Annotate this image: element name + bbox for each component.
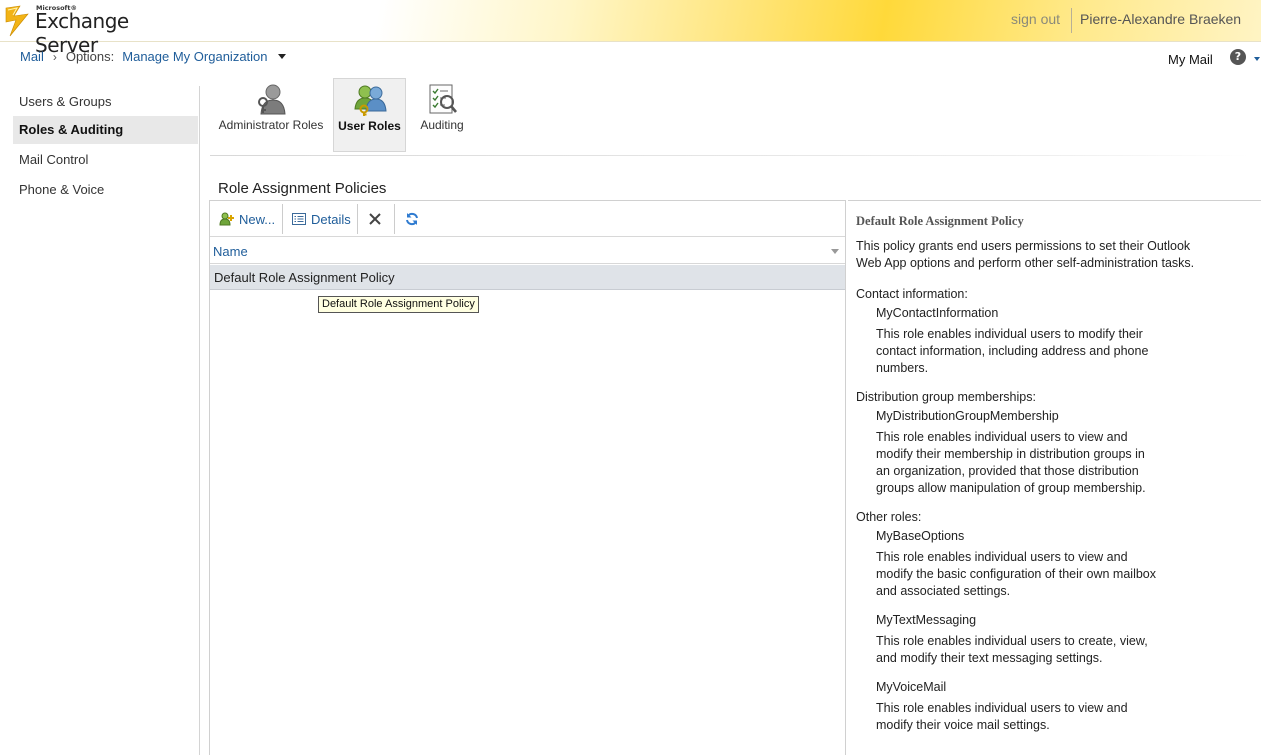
sidebar-item-users-groups[interactable]: Users & Groups bbox=[13, 88, 198, 116]
sidebar-item-roles-auditing[interactable]: Roles & Auditing bbox=[13, 116, 198, 144]
user-roles-icon bbox=[353, 85, 387, 116]
sign-out-link[interactable]: sign out bbox=[1011, 11, 1060, 27]
ribbon-divider bbox=[210, 155, 1250, 156]
sidebar: Users & Groups Roles & Auditing Mail Con… bbox=[0, 86, 200, 755]
user-name: Pierre-Alexandre Braeken bbox=[1080, 11, 1242, 27]
delete-button[interactable] bbox=[367, 209, 383, 229]
sort-arrow-icon[interactable] bbox=[831, 249, 839, 254]
tab-auditing[interactable]: Auditing bbox=[412, 78, 472, 152]
sidebar-item-phone-voice[interactable]: Phone & Voice bbox=[13, 176, 198, 204]
table-cell-name: Default Role Assignment Policy bbox=[214, 270, 395, 285]
column-header-name[interactable]: Name bbox=[210, 238, 845, 264]
section-heading-contact: Contact information: bbox=[856, 287, 968, 301]
new-icon bbox=[219, 212, 234, 226]
chevron-down-icon[interactable] bbox=[277, 54, 286, 59]
details-icon bbox=[292, 213, 306, 225]
auditing-icon bbox=[429, 84, 457, 114]
refresh-button[interactable] bbox=[404, 209, 420, 229]
delete-icon bbox=[369, 213, 381, 225]
detail-description: This policy grants end users permissions… bbox=[856, 239, 1191, 253]
toolbar-separator bbox=[394, 204, 395, 234]
breadcrumb: Mail › Options: Manage My Organization bbox=[20, 49, 286, 64]
header-divider bbox=[1071, 8, 1072, 33]
role-description: contact information, including address a… bbox=[876, 344, 1149, 358]
toolbar-separator bbox=[282, 204, 283, 234]
policy-list-panel: New... Details Name Default Role Assignm… bbox=[209, 200, 846, 755]
chevron-right-icon: › bbox=[52, 49, 57, 64]
top-banner: Microsoft® Exchange Server sign out Pier… bbox=[0, 0, 1261, 57]
list-toolbar: New... Details bbox=[210, 201, 845, 237]
role-description: This role enables individual users to vi… bbox=[876, 701, 1128, 715]
sidebar-item-mail-control[interactable]: Mail Control bbox=[13, 146, 198, 174]
breadcrumb-current-link[interactable]: Manage My Organization bbox=[122, 49, 267, 64]
table-row[interactable]: Default Role Assignment Policy bbox=[210, 265, 845, 290]
new-button[interactable]: New... bbox=[219, 209, 275, 229]
toolbar-separator bbox=[357, 204, 358, 234]
role-description: groups allow manipulation of group membe… bbox=[876, 481, 1146, 495]
my-mail-link[interactable]: My Mail bbox=[1168, 52, 1213, 67]
role-description: This role enables individual users to vi… bbox=[876, 430, 1128, 444]
exchange-logo-icon bbox=[5, 5, 29, 37]
section-heading-other: Other roles: bbox=[856, 510, 922, 524]
details-button[interactable]: Details bbox=[291, 209, 351, 229]
breadcrumb-mail-link[interactable]: Mail bbox=[20, 49, 44, 64]
new-button-label: New... bbox=[239, 211, 276, 227]
role-description: and modify their text messaging settings… bbox=[876, 651, 1103, 665]
role-name-text-messaging: MyTextMessaging bbox=[876, 613, 977, 627]
tab-user-roles-label: User Roles bbox=[338, 119, 401, 133]
role-description: an organization, provided that those dis… bbox=[876, 464, 1139, 478]
page-title: Role Assignment Policies bbox=[218, 180, 387, 197]
help-icon[interactable]: ? bbox=[1230, 49, 1246, 65]
detail-title: Default Role Assignment Policy bbox=[856, 214, 1024, 228]
detail-description: Web App options and perform other self-a… bbox=[856, 256, 1195, 270]
row-tooltip: Default Role Assignment Policy bbox=[318, 296, 479, 313]
details-button-label: Details bbox=[311, 211, 351, 227]
breadcrumb-options-label: Options: bbox=[65, 49, 115, 64]
role-name-distribution: MyDistributionGroupMembership bbox=[876, 409, 1059, 423]
role-description: modify their voice mail settings. bbox=[876, 718, 1050, 732]
exchange-logo: Microsoft® Exchange Server bbox=[4, 2, 194, 57]
detail-pane: Default Role Assignment Policy This poli… bbox=[848, 200, 1261, 755]
role-description: This role enables individual users to cr… bbox=[876, 634, 1148, 648]
role-description: numbers. bbox=[876, 361, 929, 375]
role-description: This role enables individual users to mo… bbox=[876, 327, 1143, 341]
role-description: and associated settings. bbox=[876, 584, 1011, 598]
refresh-icon bbox=[406, 212, 418, 226]
tab-administrator-roles-label: Administrator Roles bbox=[218, 118, 324, 132]
role-description: This role enables individual users to vi… bbox=[876, 550, 1128, 564]
admin-roles-icon bbox=[258, 84, 286, 115]
role-name-contact: MyContactInformation bbox=[876, 306, 999, 320]
tab-user-roles[interactable]: User Roles bbox=[333, 78, 406, 152]
role-name-base-options: MyBaseOptions bbox=[876, 529, 965, 543]
role-description: modify the basic configuration of their … bbox=[876, 567, 1157, 581]
tab-administrator-roles[interactable]: Administrator Roles bbox=[214, 78, 328, 152]
help-menu-arrow-icon[interactable] bbox=[1254, 57, 1260, 61]
role-name-voice-mail: MyVoiceMail bbox=[876, 680, 947, 694]
section-heading-distribution: Distribution group memberships: bbox=[856, 390, 1036, 404]
tab-auditing-label: Auditing bbox=[420, 118, 464, 132]
column-header-name-label: Name bbox=[213, 244, 248, 259]
role-description: modify their membership in distribution … bbox=[876, 447, 1145, 461]
